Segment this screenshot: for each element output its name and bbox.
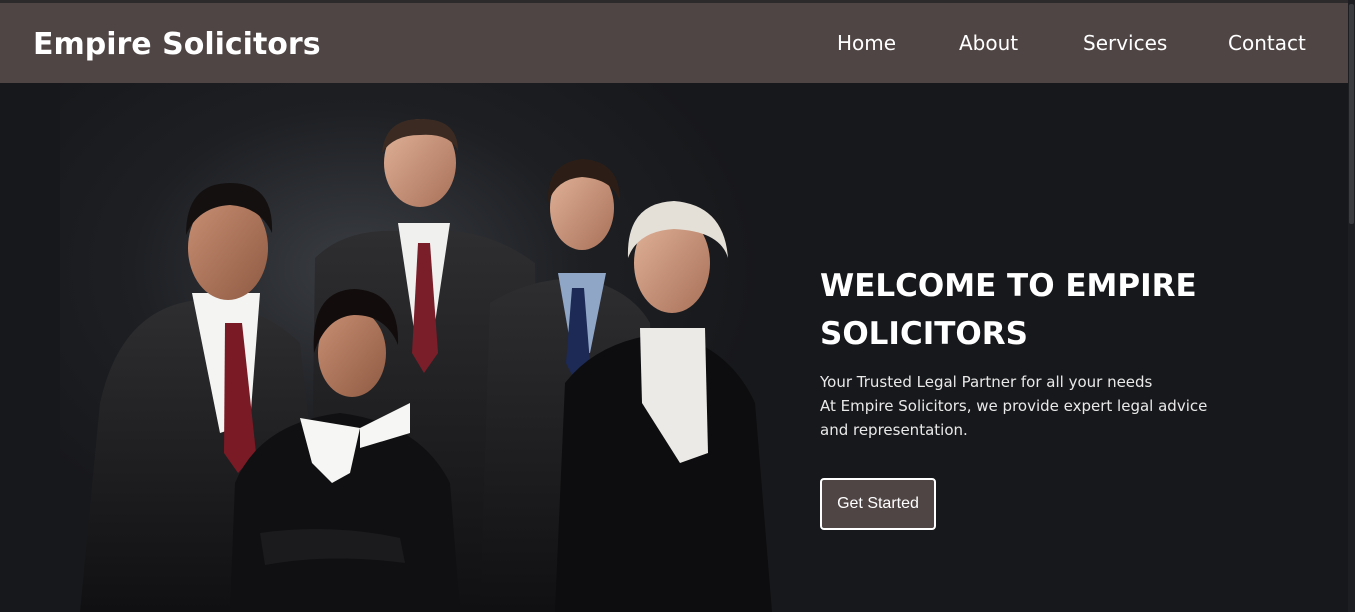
hero-headline: WELCOME TO EMPIRE SOLICITORS (820, 268, 1197, 352)
nav-link-contact[interactable]: Contact (1228, 31, 1306, 55)
nav-link-services[interactable]: Services (1083, 31, 1167, 55)
nav-link-home[interactable]: Home (837, 31, 896, 55)
site-logo-text[interactable]: Empire Solicitors (33, 27, 321, 62)
hero-description: At Empire Solicitors, we provide expert … (820, 397, 1208, 439)
page: Empire Solicitors Home About Services Co… (0, 0, 1355, 612)
scrollbar-thumb[interactable] (1349, 4, 1354, 224)
vertical-scrollbar[interactable] (1348, 0, 1355, 612)
navbar: Empire Solicitors Home About Services Co… (0, 3, 1348, 83)
hero-team-photo (60, 83, 800, 612)
hero-text-block: WELCOME TO EMPIRE SOLICITORS Your Truste… (820, 262, 1240, 442)
get-started-button[interactable]: Get Started (820, 478, 936, 530)
hero-tagline: Your Trusted Legal Partner for all your … (820, 373, 1153, 391)
nav-link-about[interactable]: About (959, 31, 1018, 55)
